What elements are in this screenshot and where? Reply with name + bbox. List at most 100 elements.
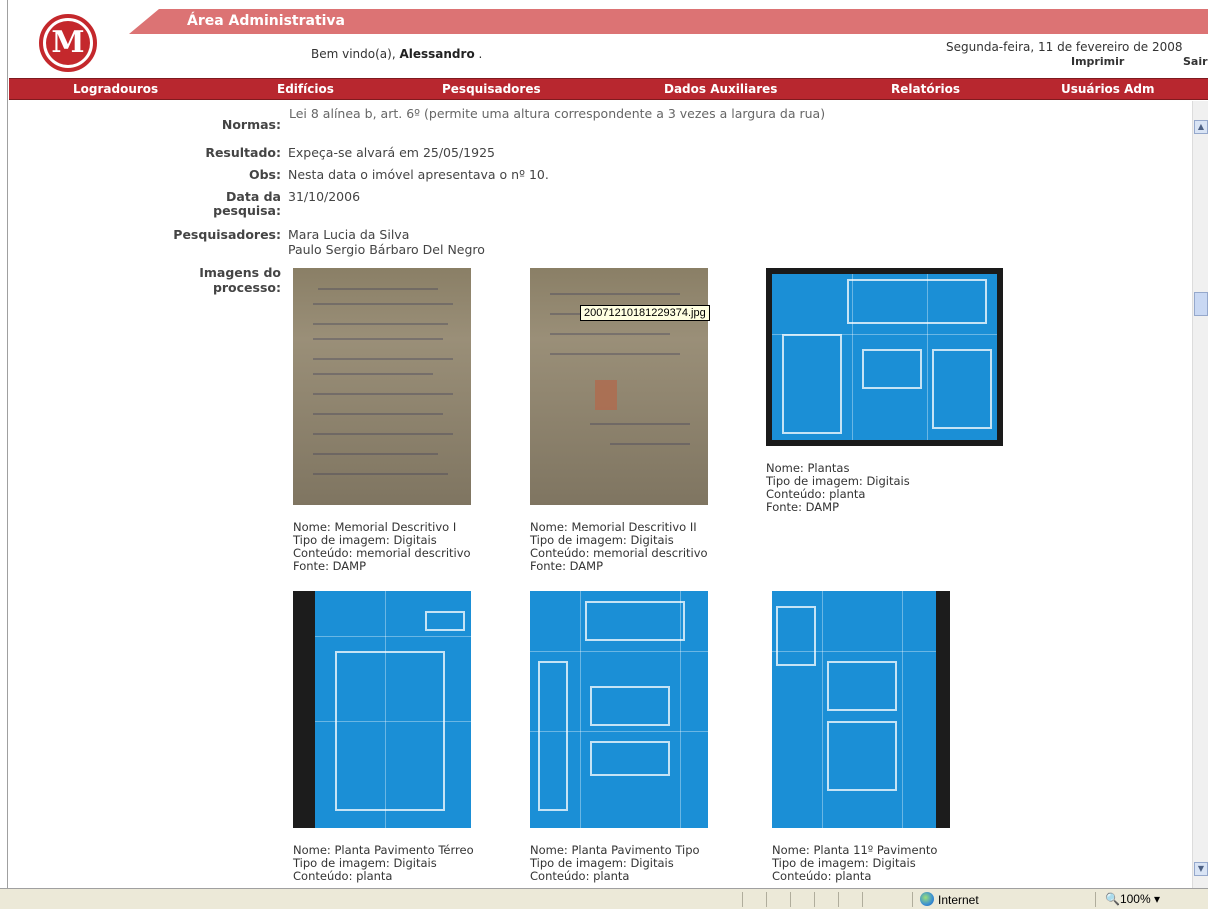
plan-fold-line [315, 721, 471, 722]
data-pesquisa-label-2: pesquisa: [213, 203, 281, 218]
pesquisador-name: Mara Lucia da Silva [288, 227, 410, 242]
resultado-label: Resultado: [205, 145, 281, 160]
status-separator [814, 892, 815, 907]
plan-title-block [776, 606, 816, 666]
nav-item-pesquisadores[interactable]: Pesquisadores [442, 82, 541, 96]
plan-room-outline [335, 651, 445, 811]
plan-room-outline [862, 349, 922, 389]
thumbnail-plantas[interactable] [766, 268, 1003, 446]
site-logo[interactable]: M [39, 14, 97, 72]
doc-line [313, 393, 453, 395]
nav-item-dados-auxiliares[interactable]: Dados Auxiliares [664, 82, 777, 96]
doc-line [313, 303, 453, 305]
blueprint-sheet [315, 591, 471, 828]
welcome-prefix: Bem vindo(a), [311, 47, 400, 61]
data-pesquisa-value: 31/10/2006 [288, 189, 361, 204]
area-bar-notch [129, 9, 159, 34]
imagens-label-2: processo: [212, 280, 281, 295]
doc-line [550, 333, 670, 335]
obs-value: Nesta data o imóvel apresentava o nº 10. [288, 167, 549, 182]
doc-line [313, 473, 448, 475]
thumbnail-planta-pavimento-terreo[interactable] [293, 591, 471, 828]
plan-fold-line [772, 651, 936, 652]
image-caption: Nome: Planta Pavimento Tipo Tipo de imag… [530, 844, 700, 883]
plan-fold-line [680, 591, 681, 828]
security-zone[interactable]: Internet [920, 892, 979, 907]
resultado-value: Expeça-se alvará em 25/05/1925 [288, 145, 495, 160]
browser-status-bar: Internet 🔍100% ▾ [0, 888, 1208, 909]
thumbnail-planta-11-pavimento[interactable] [772, 591, 950, 828]
nav-item-usuarios-adm[interactable]: Usuários Adm [1061, 82, 1155, 96]
image-caption: Nome: Plantas Tipo de imagem: Digitais C… [766, 462, 910, 514]
doc-line [550, 293, 680, 295]
caption-fonte: Fonte: DAMP [766, 500, 840, 514]
plan-title-block [847, 279, 987, 324]
data-pesquisa-label-1: Data da [226, 189, 281, 204]
image-caption: Nome: Planta Pavimento Térreo Tipo de im… [293, 844, 474, 883]
logo-letter: M [46, 21, 90, 65]
area-title: Área Administrativa [187, 13, 346, 29]
image-caption: Nome: Planta 11º Pavimento Tipo de image… [772, 844, 937, 883]
thumbnail-planta-pavimento-tipo[interactable] [530, 591, 708, 828]
stamp-mark [595, 380, 617, 410]
status-separator [742, 892, 743, 907]
doc-line [550, 353, 680, 355]
status-separator [766, 892, 767, 907]
scrollbar-thumb[interactable] [1194, 292, 1208, 316]
doc-line [313, 433, 453, 435]
caption-conteudo: Conteúdo: planta [772, 869, 872, 883]
status-separator [790, 892, 791, 907]
scroll-up-icon[interactable]: ▲ [1194, 120, 1208, 134]
content-area: Lei 8 alínea b, art. 6º (permite uma alt… [9, 101, 1192, 888]
vertical-scrollbar[interactable] [1192, 101, 1208, 888]
zoom-level: 100% [1119, 892, 1151, 906]
doc-line [313, 373, 433, 375]
page-header: Área Administrativa M Bem vindo(a), Ales… [9, 0, 1208, 78]
doc-line [313, 358, 453, 360]
plan-room-outline [932, 349, 992, 429]
plan-fold-line [852, 274, 853, 440]
status-separator [1095, 892, 1096, 907]
nav-item-edificios[interactable]: Edifícios [277, 82, 334, 96]
print-link[interactable]: Imprimir [1071, 55, 1124, 68]
plan-room-outline [827, 661, 897, 711]
zoom-icon: 🔍 [1105, 892, 1120, 906]
nav-item-relatorios[interactable]: Relatórios [891, 82, 960, 96]
imagens-label-1: Imagens do [199, 265, 281, 280]
plan-room-outline [590, 686, 670, 726]
main-nav: Logradouros Edifícios Pesquisadores Dado… [9, 78, 1208, 100]
thumbnail-memorial-descritivo-ii[interactable] [530, 268, 708, 505]
blueprint-sheet [772, 591, 936, 828]
plan-fold-line [530, 651, 708, 652]
plan-fold-line [385, 591, 386, 828]
plan-fold-line [822, 591, 823, 828]
zoom-control[interactable]: 🔍100% ▾ [1105, 892, 1160, 906]
obs-label: Obs: [248, 167, 281, 182]
scroll-down-icon[interactable]: ▼ [1194, 862, 1208, 876]
normas-value: Lei 8 alínea b, art. 6º (permite uma alt… [289, 106, 826, 121]
thumbnail-memorial-descritivo-i[interactable] [293, 268, 471, 505]
doc-line [610, 443, 690, 445]
plan-title-block [585, 601, 685, 641]
doc-line [313, 413, 443, 415]
welcome-user: Alessandro [399, 47, 475, 61]
exit-link[interactable]: Sair [1183, 55, 1208, 68]
pesquisador-name: Paulo Sergio Bárbaro Del Negro [288, 242, 485, 257]
globe-icon [920, 892, 934, 906]
doc-line [318, 288, 438, 290]
plan-fold-line [772, 334, 997, 335]
plan-room-outline [827, 721, 897, 791]
zoom-dropdown-icon[interactable]: ▾ [1154, 892, 1160, 906]
normas-label: Normas: [221, 117, 281, 132]
plan-fold-line [927, 274, 928, 440]
doc-line [313, 338, 443, 340]
nav-item-logradouros[interactable]: Logradouros [73, 82, 158, 96]
plan-room-outline [590, 741, 670, 776]
plan-title-block [425, 611, 465, 631]
status-separator [912, 892, 913, 907]
plan-fold-line [580, 591, 581, 828]
doc-line [313, 453, 438, 455]
image-caption: Nome: Memorial Descritivo II Tipo de ima… [530, 521, 708, 573]
plan-fold-line [902, 591, 903, 828]
caption-conteudo: Conteúdo: planta [530, 869, 630, 883]
